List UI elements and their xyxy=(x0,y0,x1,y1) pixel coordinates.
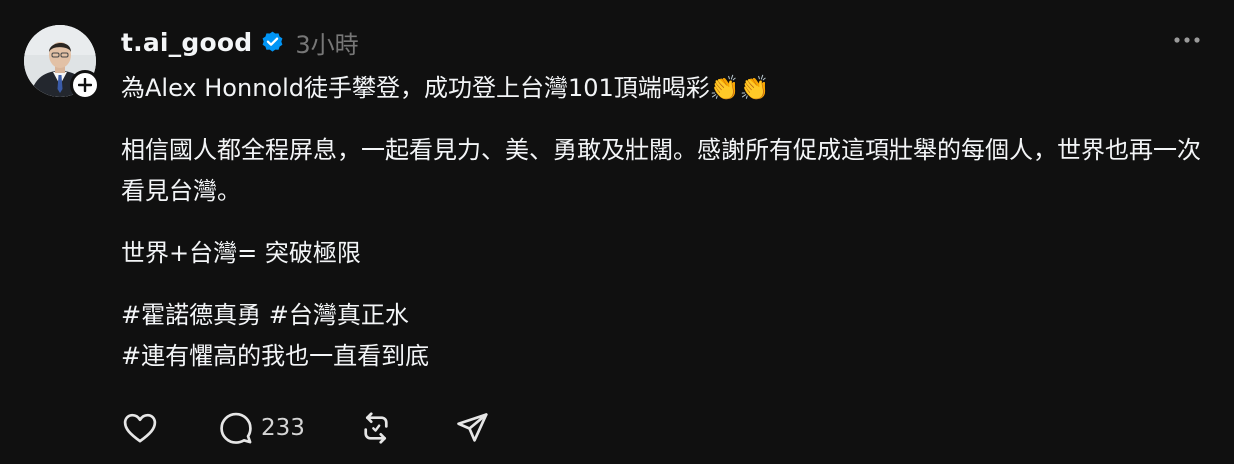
post-text-intro: 為Alex Honnold徒手攀登，成功登上台灣101頂端喝彩 xyxy=(121,74,710,102)
thread-post: t.ai_good 3小時 為Alex Honnold徒手攀登，成功登上台灣10… xyxy=(0,0,1234,464)
send-icon xyxy=(457,413,488,442)
username-link[interactable]: t.ai_good xyxy=(121,28,252,57)
post-content: 為Alex Honnold徒手攀登，成功登上台灣101頂端喝彩👏👏 相信國人都全… xyxy=(121,68,1211,377)
reply-count: 233 xyxy=(261,415,305,441)
reply-button[interactable]: 233 xyxy=(217,409,305,447)
post-header: t.ai_good 3小時 xyxy=(121,22,359,62)
verified-badge-icon xyxy=(260,30,285,55)
repost-button[interactable] xyxy=(357,409,401,447)
post-text-slogan: 世界+台灣= 突破極限 xyxy=(121,239,361,267)
share-button[interactable] xyxy=(453,409,497,447)
more-options-button[interactable] xyxy=(1170,28,1204,52)
heart-icon xyxy=(123,413,157,443)
post-text-line1: 為Alex Honnold徒手攀登，成功登上台灣101頂端喝彩👏👏 xyxy=(121,68,1211,109)
repost-icon xyxy=(364,412,388,444)
post-timestamp[interactable]: 3小時 xyxy=(295,25,358,60)
post-text-paragraph: 相信國人都全程屏息，一起看見力、美、勇敢及壯闊。感謝所有促成這項壯舉的每個人，世… xyxy=(121,136,1201,205)
avatar-container[interactable] xyxy=(24,25,100,100)
post-actions: 233 xyxy=(121,406,549,450)
more-dots-icon xyxy=(1174,37,1200,43)
clapping-hands-emoji: 👏👏 xyxy=(709,74,770,102)
post-hashtags-line1[interactable]: #霍諾德真勇 #台灣真正水 xyxy=(121,295,1211,336)
like-button[interactable] xyxy=(121,409,165,447)
post-hashtags-line2[interactable]: #連有懼高的我也一直看到底 xyxy=(121,336,1211,377)
speech-bubble-icon xyxy=(220,412,252,444)
follow-button[interactable] xyxy=(70,70,100,100)
plus-icon xyxy=(78,78,92,92)
